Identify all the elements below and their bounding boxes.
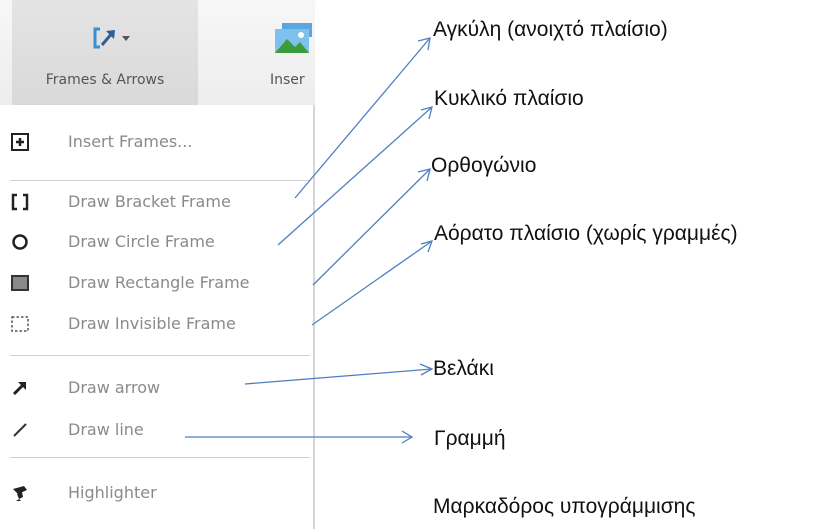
menu-separator <box>10 180 310 181</box>
menu-item-label: Draw Rectangle Frame <box>68 273 250 292</box>
menu-item-label: Draw arrow <box>68 378 161 397</box>
menu-item-label: Highlighter <box>68 483 157 502</box>
insert-label: Inser <box>270 72 305 88</box>
annotation-arrow: Βελάκι <box>433 357 494 380</box>
menu-item-label: Draw Invisible Frame <box>68 314 236 333</box>
frames-arrows-label: Frames & Arrows <box>45 72 165 88</box>
frames-arrows-button[interactable]: Frames & Arrows <box>12 0 198 105</box>
menu-item-label: Draw line <box>68 420 144 439</box>
pointer-arrow-invisible <box>311 240 433 326</box>
annotation-bracket: Αγκύλη (ανοιχτό πλαίσιο) <box>433 18 668 41</box>
menu-separator <box>10 457 310 458</box>
menu-item-draw-invisible-frame[interactable]: Draw Invisible Frame <box>0 304 313 344</box>
image-icon <box>275 23 312 53</box>
menu-item-label: Draw Bracket Frame <box>68 192 231 211</box>
menu-item-label: Draw Circle Frame <box>68 232 215 251</box>
annotation-invisible: Αόρατο πλαίσιο (χωρίς γραμμές) <box>434 222 738 245</box>
pointer-arrow-rectangle-head <box>417 168 431 182</box>
rectangle-icon <box>11 275 29 291</box>
frames-dropdown-menu: Insert Frames... Draw Bracket Frame Draw… <box>0 105 315 529</box>
pointer-arrow-draw-line-head <box>401 430 414 444</box>
dashed-rectangle-icon <box>11 316 29 332</box>
bracket-icon <box>11 193 29 211</box>
menu-item-label: Insert Frames... <box>68 132 193 151</box>
menu-item-draw-bracket-frame[interactable]: Draw Bracket Frame <box>0 182 313 222</box>
ribbon: Frames & Arrows Inser <box>0 0 315 105</box>
plus-box-icon <box>11 133 29 151</box>
line-icon <box>13 423 27 437</box>
frames-arrows-icon <box>93 27 130 49</box>
annotation-line: Γραμμή <box>434 427 506 450</box>
annotation-rectangle: Ορθογώνιο <box>431 154 537 177</box>
annotation-circle: Κυκλικό πλαίσιο <box>434 87 584 110</box>
menu-item-draw-circle-frame[interactable]: Draw Circle Frame <box>0 222 313 262</box>
menu-item-draw-arrow[interactable]: Draw arrow <box>0 368 313 408</box>
pointer-arrow-draw-arrow-head <box>419 363 434 376</box>
pointer-arrow-rectangle <box>312 168 431 286</box>
pointer-arrow-bracket-head <box>417 37 431 51</box>
menu-item-draw-line[interactable]: Draw line <box>0 410 313 450</box>
circle-icon <box>12 234 28 250</box>
arrow-icon <box>12 382 26 396</box>
pointer-arrow-circle-head <box>420 106 433 120</box>
pointer-arrow-invisible-head <box>420 240 434 253</box>
menu-separator <box>10 355 310 356</box>
menu-item-draw-rectangle-frame[interactable]: Draw Rectangle Frame <box>0 263 313 303</box>
annotation-highlighter: Μαρκαδόρος υπογράμμισης <box>433 495 696 518</box>
pointer-arrow-bracket <box>294 37 431 199</box>
highlighter-icon <box>13 486 27 501</box>
menu-item-highlighter[interactable]: Highlighter <box>0 473 313 513</box>
menu-item-insert-frames[interactable]: Insert Frames... <box>0 122 313 162</box>
